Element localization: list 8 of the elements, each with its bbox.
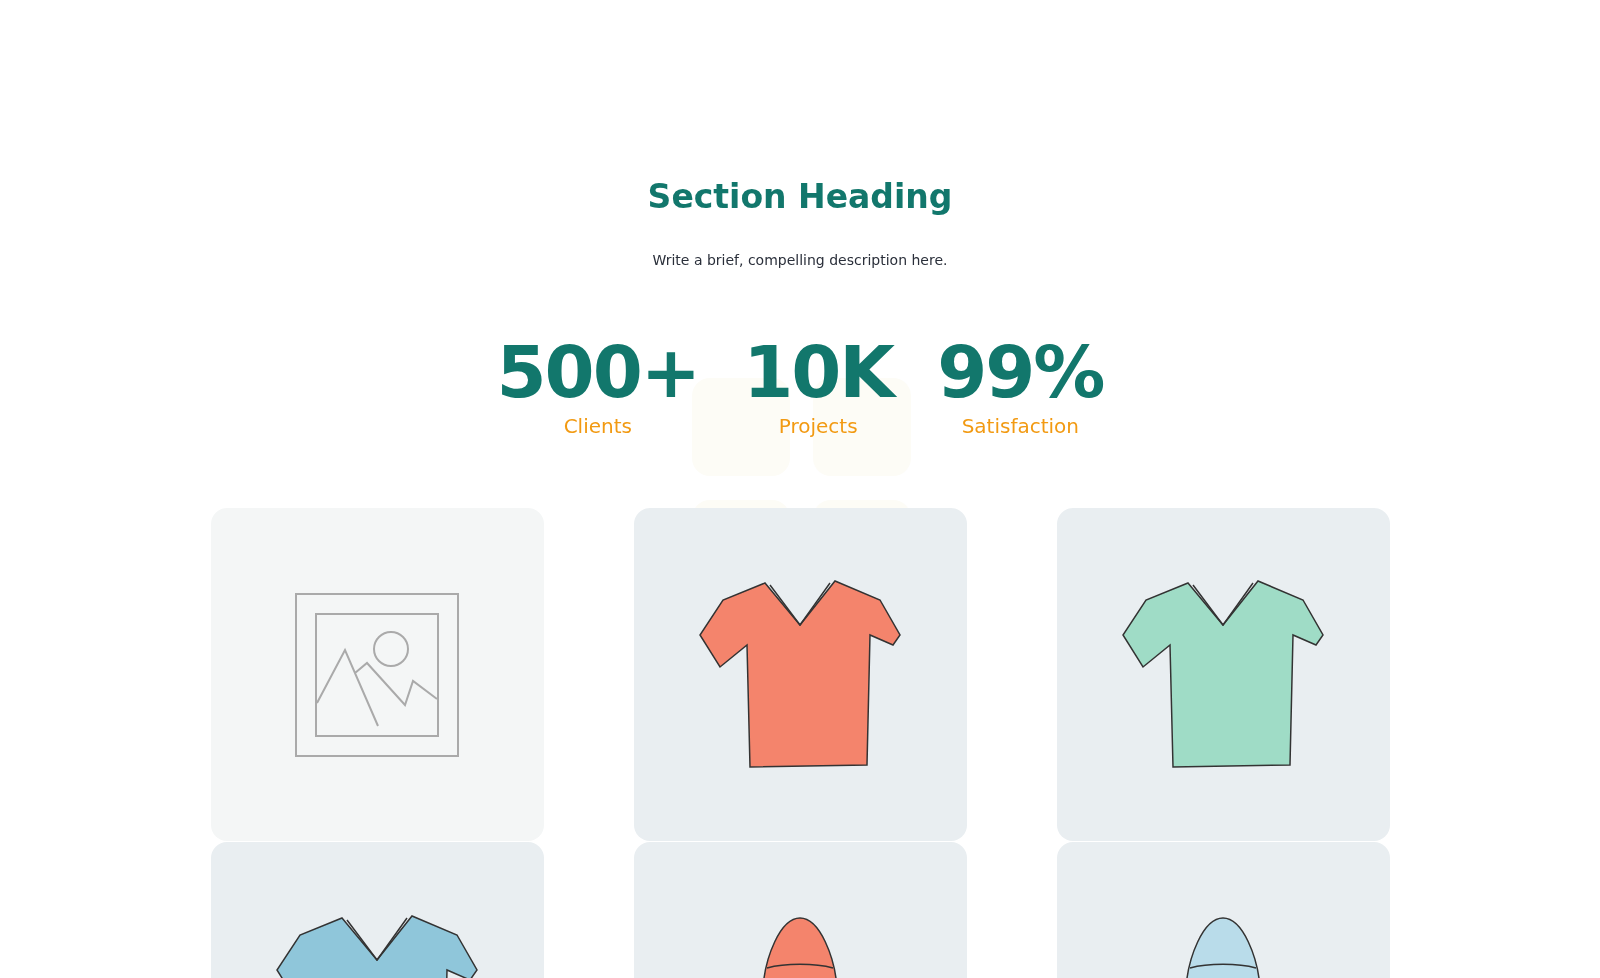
stat-label: Projects <box>778 414 858 438</box>
stat-value: 500+ <box>496 330 700 414</box>
stat-value: 99% <box>937 330 1104 414</box>
image-placeholder-icon <box>295 592 459 757</box>
section-description: Write a brief, compelling description here. <box>652 252 948 268</box>
section-heading: Section Heading <box>647 176 953 218</box>
stat-label: Clients <box>563 414 632 438</box>
stat-label: Satisfaction <box>961 414 1079 438</box>
